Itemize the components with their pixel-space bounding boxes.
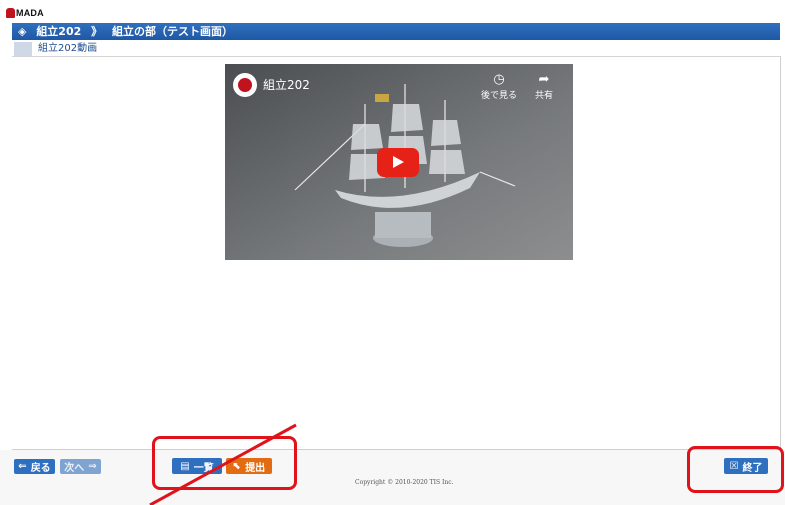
annotation-box-right bbox=[687, 446, 784, 493]
amada-logo: MADA bbox=[6, 7, 44, 19]
diamond-icon: ◈ bbox=[18, 25, 27, 38]
annotation-box-left bbox=[152, 436, 297, 490]
subtitle-label: 組立202動画 bbox=[38, 43, 98, 54]
subtitle-row: 組立202動画 bbox=[12, 41, 780, 57]
share-arrow-icon: ➦ bbox=[538, 72, 550, 87]
share-label: 共有 bbox=[535, 91, 554, 101]
play-icon[interactable] bbox=[377, 148, 419, 177]
next-button[interactable]: 次へ ⇒ bbox=[60, 459, 101, 474]
copyright-text: Copyright © 2010-2020 TIS Inc. bbox=[355, 479, 454, 486]
video-title[interactable]: 組立202 bbox=[263, 76, 310, 93]
logo-text: MADA bbox=[16, 8, 44, 18]
breadcrumb-item-section: 組立の部（テスト画面） bbox=[111, 25, 233, 38]
footer-bar bbox=[0, 450, 785, 505]
video-player[interactable]: 組立202 ◷ 後で見る ➦ 共有 bbox=[225, 64, 573, 260]
subtitle-marker bbox=[14, 42, 32, 56]
watch-later-label: 後で見る bbox=[481, 91, 518, 101]
arrow-right-icon: ⇒ bbox=[88, 461, 97, 472]
back-button[interactable]: ⇐ 戻る bbox=[14, 459, 55, 474]
arrow-left-icon: ⇐ bbox=[18, 461, 27, 472]
back-label: 戻る bbox=[30, 463, 51, 474]
watch-later-button[interactable]: ◷ 後で見る bbox=[481, 72, 517, 101]
next-label: 次へ bbox=[64, 463, 85, 474]
title-bar: ◈ 組立202 》 組立の部（テスト画面） bbox=[12, 23, 780, 40]
logo-mark bbox=[6, 8, 15, 18]
channel-avatar[interactable] bbox=[233, 73, 257, 97]
top-bar: MADA bbox=[0, 0, 785, 22]
share-button[interactable]: ➦ 共有 bbox=[535, 72, 553, 101]
breadcrumb-separator-icon: 》 bbox=[91, 25, 103, 38]
clock-icon: ◷ bbox=[493, 72, 505, 87]
breadcrumb-item-unit: 組立202 bbox=[36, 25, 82, 38]
